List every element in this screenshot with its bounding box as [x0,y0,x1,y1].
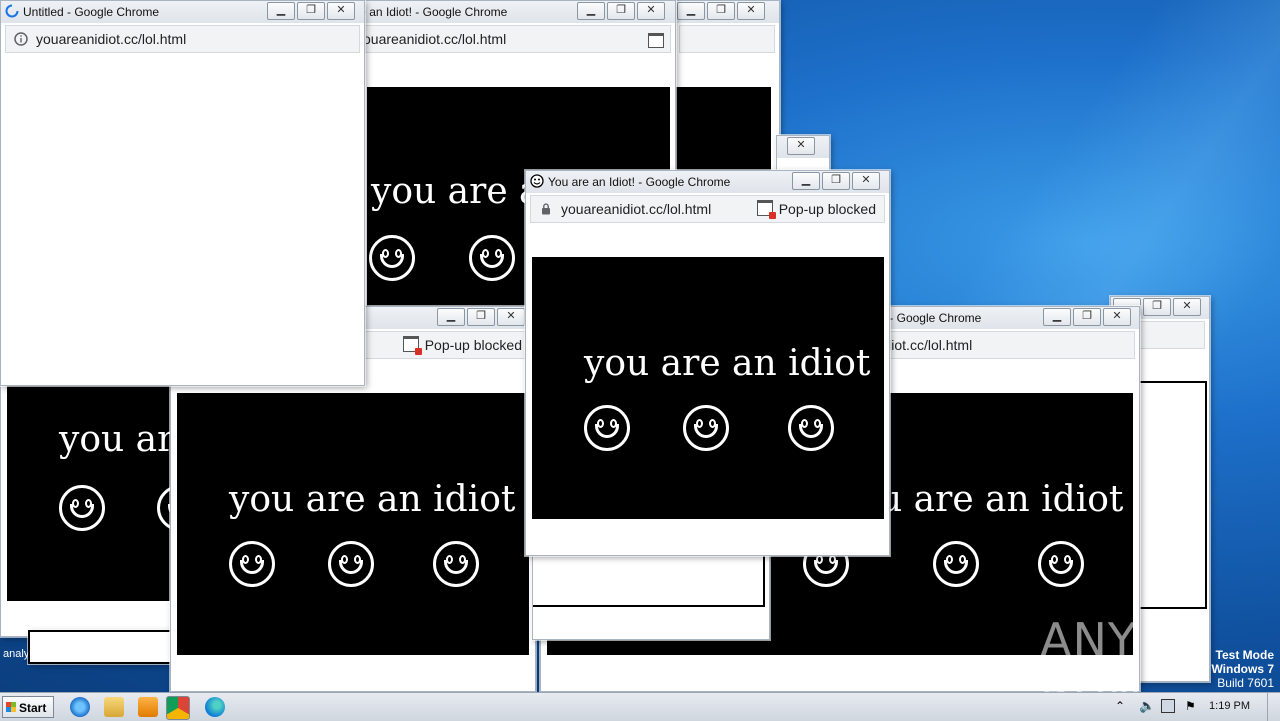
os-name-text: Windows 7 [1211,662,1274,676]
show-hidden-icons-icon[interactable]: ⌃ [1115,699,1125,713]
clock[interactable]: 1:19 PM [1209,700,1250,712]
minimize-button[interactable]: ▁ [1043,308,1071,326]
popup-blocked-indicator[interactable]: Pop-up blocked [402,332,522,358]
close-button[interactable]: ✕ [852,172,880,190]
maximize-button[interactable]: ❐ [1143,298,1171,316]
address-url: youareanidiot.cc/lol.html [561,201,712,217]
address-url: youareanidiot.cc/lol.html [36,31,187,47]
minimize-button[interactable]: ▁ [577,2,605,20]
window-controls: ▁ ❐ ✕ [267,2,355,20]
maximize-button[interactable]: ❐ [707,2,735,20]
minimize-button[interactable]: ▁ [792,172,820,190]
smiley-icon [433,541,479,587]
lock-icon[interactable] [539,202,553,216]
build-text: Build 7601 [1217,676,1274,690]
smiley-icon [369,235,415,281]
smiley-icon [1038,541,1084,587]
edge-icon[interactable] [205,697,225,717]
minimize-button[interactable]: ▁ [677,2,705,20]
smiley-icon [229,541,275,587]
window-controls: ▁ ❐ ✕ [792,172,880,190]
browser-window-left-under[interactable] [28,630,182,664]
browser-window-front[interactable]: You are an Idiot! - Google Chrome ▁ ❐ ✕ … [525,170,890,556]
browser-window-left-bottom[interactable]: you are an idiot [0,360,182,637]
window-title: Untitled - Google Chrome [23,5,160,19]
close-button[interactable]: ✕ [327,2,355,20]
popup-blocked-label: Pop-up blocked [778,201,876,217]
smiley-icon [788,405,834,451]
close-button[interactable]: ✕ [1103,308,1131,326]
panel-text: you are an idiot [229,479,516,520]
window-controls: ▁ ❐ ✕ [437,308,525,326]
panel-text: you are an idiot [59,419,181,460]
address-bar[interactable]: youareanidiot.cc/lol.html [5,25,360,53]
action-center-flag-icon[interactable]: ⚑ [1185,699,1196,713]
window-controls: ✕ [787,137,815,155]
close-button[interactable]: ✕ [637,2,665,20]
loading-spinner-icon [5,4,19,18]
minimize-button[interactable]: ▁ [267,2,295,20]
close-button[interactable]: ✕ [737,2,765,20]
popup-blocked-icon[interactable] [648,33,664,48]
content-panel: you are an idiot [532,257,884,519]
smiley-icon [469,235,515,281]
speaker-icon[interactable]: 🔈 [1139,698,1155,714]
window-controls: ▁ ❐ ✕ [1043,308,1131,326]
address-url: youareanidiot.cc/lol.html [365,31,507,47]
chrome-icon[interactable] [166,696,190,720]
test-mode-label: Test Mode Windows 7 Build 7601 [1211,648,1274,690]
maximize-button[interactable]: ❐ [297,2,325,20]
smiley-icon [584,405,630,451]
close-button[interactable]: ✕ [787,137,815,155]
desktop-label: analy [3,648,30,660]
content-panel: you are an idiot [177,393,529,655]
file-explorer-icon[interactable] [104,697,124,717]
content-panel: you are an idiot [7,381,181,601]
content-frame [1137,381,1207,609]
browser-window-untitled[interactable]: Untitled - Google Chrome ▁ ❐ ✕ youareani… [0,0,365,386]
minimize-button[interactable]: ▁ [437,308,465,326]
maximize-button[interactable]: ❐ [822,172,850,190]
smiley-icon [328,541,374,587]
maximize-button[interactable]: ❐ [1073,308,1101,326]
panel-text: you are an idiot [584,343,871,384]
smiley-icon [59,485,105,531]
popup-blocked-label: Pop-up blocked [424,337,522,353]
window-controls: ▁ ❐ ✕ [677,2,765,20]
info-icon[interactable] [14,32,28,46]
system-tray: ⌃ 🔈 ⚑ 1:19 PM [1105,693,1280,721]
content-frame [533,553,765,607]
window-controls: ▁ ❐ ✕ [577,2,665,20]
address-bar[interactable] [679,25,775,53]
popup-blocked-icon [756,200,776,219]
address-bar[interactable]: youareanidiot.cc/lol.html Pop-up blocked [530,195,885,223]
maximize-button[interactable]: ❐ [607,2,635,20]
smiley-favicon-icon [530,174,544,188]
close-button[interactable]: ✕ [497,308,525,326]
address-bar[interactable]: youareanidiot.cc/lol.html [365,25,671,53]
show-desktop-button[interactable] [1267,693,1280,721]
taskbar: Start ⌃ 🔈 ⚑ 1:19 PM [0,692,1280,721]
smiley-icon [933,541,979,587]
window-title: You are an Idiot! - Google Chrome [548,175,731,189]
maximize-button[interactable]: ❐ [467,308,495,326]
internet-explorer-icon[interactable] [70,697,90,717]
start-button[interactable]: Start [2,696,54,718]
smiley-icon [683,405,729,451]
media-player-icon[interactable] [138,697,158,717]
popup-blocked-indicator[interactable]: Pop-up blocked [756,196,876,222]
test-mode-text: Test Mode [1215,648,1274,662]
window-title: You are an Idiot! - Google Chrome [361,5,508,19]
network-icon[interactable] [1161,699,1175,713]
popup-blocked-icon [402,336,422,355]
close-button[interactable]: ✕ [1173,298,1201,316]
